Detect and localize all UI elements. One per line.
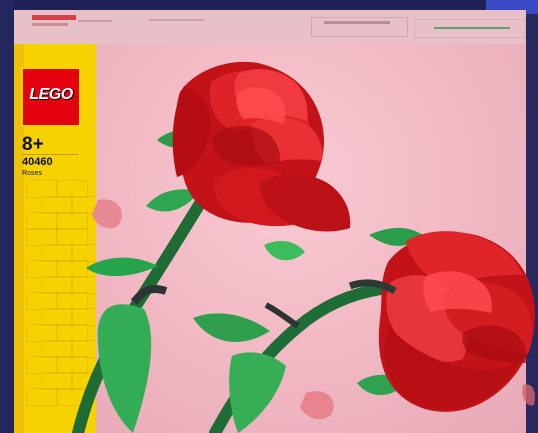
leaf — [264, 240, 305, 261]
rose-icon — [378, 231, 536, 412]
stem-connector — [264, 302, 300, 329]
loose-petal — [300, 391, 334, 420]
loose-petal — [522, 384, 535, 406]
leaf — [97, 304, 152, 433]
leaf — [229, 352, 286, 433]
leaf — [86, 257, 158, 277]
loose-petal — [92, 199, 122, 229]
leaf — [193, 313, 270, 342]
screenshot-frame: LEGO 8+ 40460 Roses — [0, 0, 538, 433]
roses-illustration — [72, 61, 536, 433]
